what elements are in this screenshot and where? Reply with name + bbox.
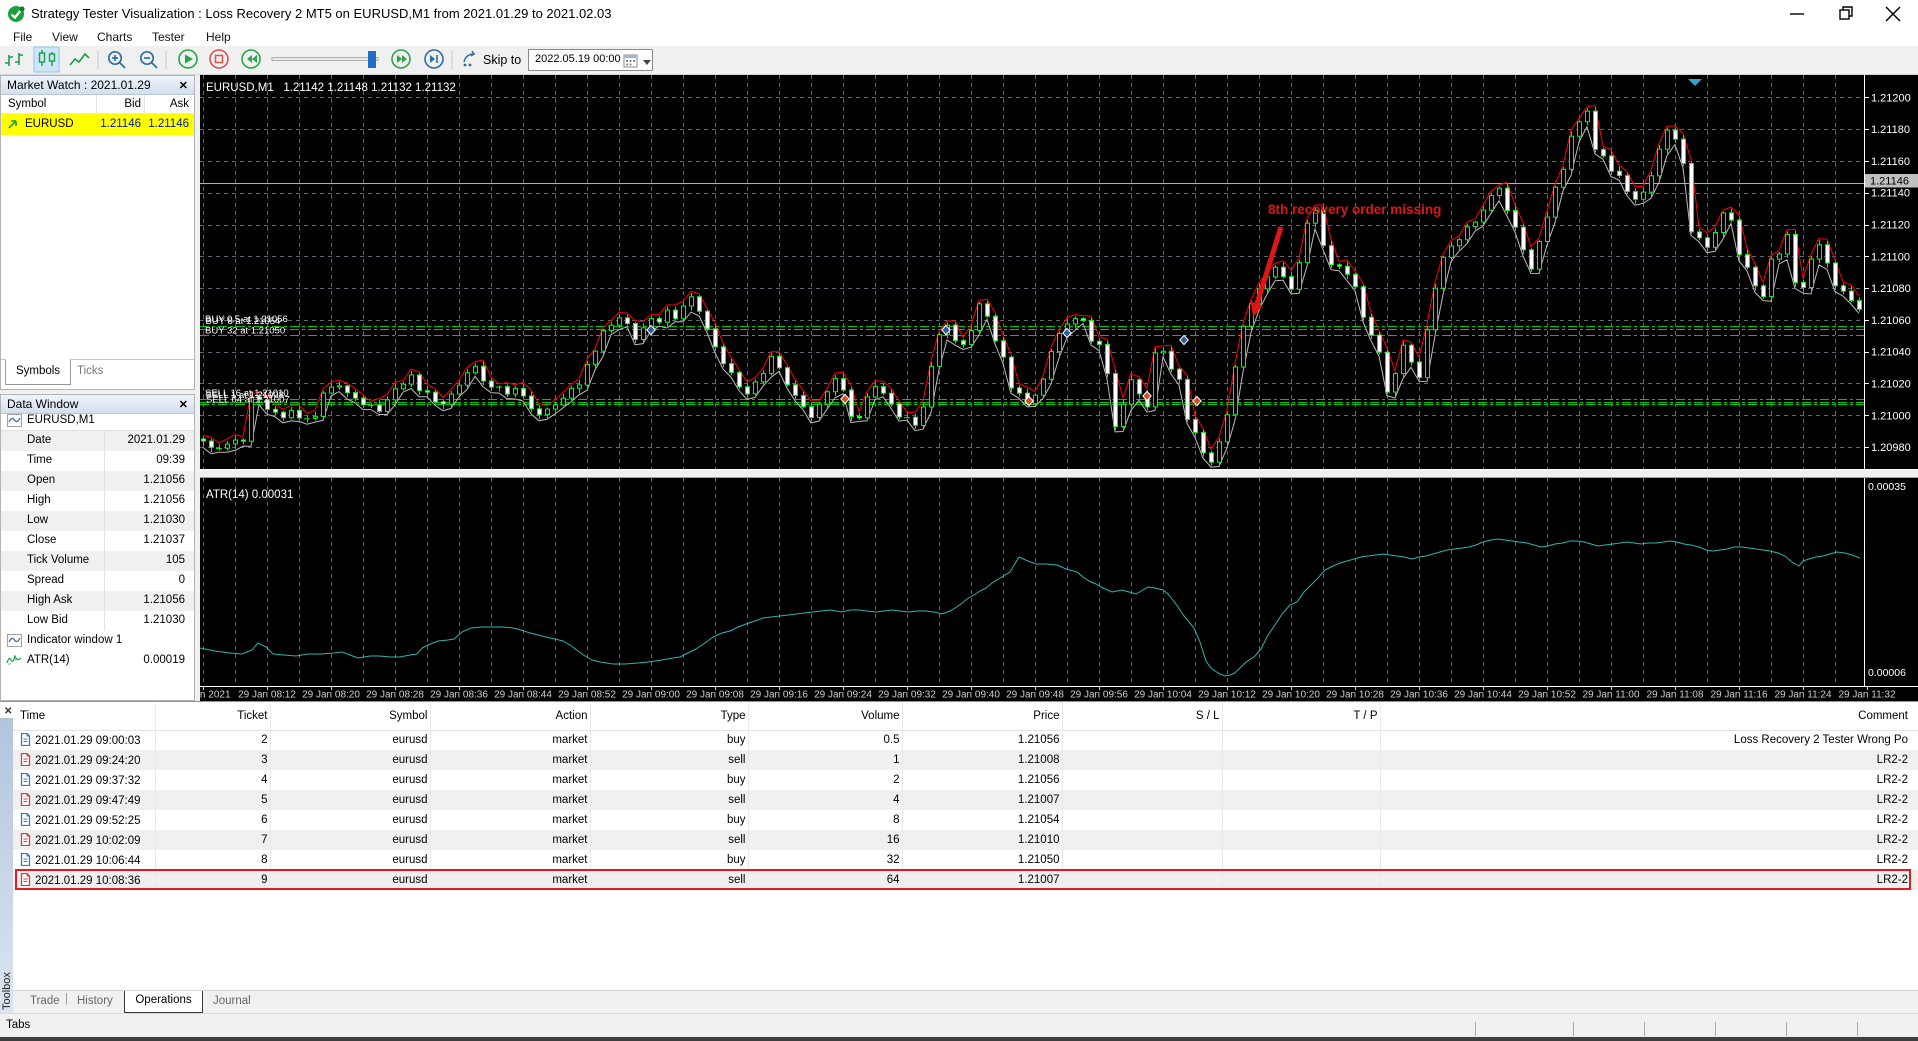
svg-text:1.21140: 1.21140 <box>1871 188 1910 200</box>
svg-text:29 Jan 11:32: 29 Jan 11:32 <box>1838 690 1896 701</box>
svg-text:29 Jan 09:00: 29 Jan 09:00 <box>622 690 680 701</box>
svg-text:1.21160: 1.21160 <box>1871 156 1910 168</box>
svg-text:29 Jan 09:24: 29 Jan 09:24 <box>814 690 872 701</box>
svg-text:29 Jan 11:08: 29 Jan 11:08 <box>1646 690 1704 701</box>
svg-text:29 Jan 10:28: 29 Jan 10:28 <box>1326 690 1384 701</box>
svg-text:29 Jan 10:52: 29 Jan 10:52 <box>1518 690 1576 701</box>
svg-text:29 Jan 2021: 29 Jan 2021 <box>200 690 231 701</box>
svg-text:SELL 64 at 1.21007: SELL 64 at 1.21007 <box>206 395 290 406</box>
svg-text:29 Jan 08:28: 29 Jan 08:28 <box>366 690 424 701</box>
svg-text:29 Jan 08:36: 29 Jan 08:36 <box>430 690 488 701</box>
svg-text:1.21200: 1.21200 <box>1871 92 1911 104</box>
svg-text:1.21060: 1.21060 <box>1871 315 1911 327</box>
svg-text:1.21180: 1.21180 <box>1871 124 1910 136</box>
svg-text:29 Jan 10:04: 29 Jan 10:04 <box>1134 690 1192 701</box>
svg-text:29 Jan 11:16: 29 Jan 11:16 <box>1710 690 1768 701</box>
svg-text:0.00035: 0.00035 <box>1868 481 1906 493</box>
svg-text:29 Jan 10:20: 29 Jan 10:20 <box>1262 690 1320 701</box>
svg-text:1.21020: 1.21020 <box>1871 379 1911 391</box>
svg-text:29 Jan 09:08: 29 Jan 09:08 <box>686 690 744 701</box>
svg-text:Toolbox: Toolbox <box>1 972 13 1010</box>
svg-text:1.21120: 1.21120 <box>1871 220 1910 232</box>
svg-text:1.21040: 1.21040 <box>1871 347 1911 359</box>
svg-text:29 Jan 10:36: 29 Jan 10:36 <box>1390 690 1448 701</box>
svg-text:29 Jan 11:24: 29 Jan 11:24 <box>1774 690 1832 701</box>
svg-text:29 Jan 09:56: 29 Jan 09:56 <box>1070 690 1128 701</box>
svg-text:29 Jan 09:48: 29 Jan 09:48 <box>1006 690 1064 701</box>
svg-text:1.20980: 1.20980 <box>1871 442 1911 454</box>
svg-text:8th recovery order missing: 8th recovery order missing <box>1268 202 1441 217</box>
svg-text:1.21080: 1.21080 <box>1871 283 1911 295</box>
svg-text:29 Jan 10:12: 29 Jan 10:12 <box>1198 690 1256 701</box>
svg-text:BUY 32 at 1.21050: BUY 32 at 1.21050 <box>205 326 285 337</box>
svg-text:29 Jan 09:40: 29 Jan 09:40 <box>942 690 1000 701</box>
svg-text:ATR(14) 0.00031: ATR(14) 0.00031 <box>206 489 293 501</box>
svg-text:1.21146: 1.21146 <box>1870 176 1909 188</box>
svg-text:1.21000: 1.21000 <box>1871 410 1911 422</box>
svg-text:29 Jan 08:12: 29 Jan 08:12 <box>238 690 296 701</box>
svg-text:29 Jan 08:44: 29 Jan 08:44 <box>494 690 552 701</box>
svg-text:29 Jan 10:44: 29 Jan 10:44 <box>1454 690 1512 701</box>
svg-text:29 Jan 08:20: 29 Jan 08:20 <box>302 690 360 701</box>
svg-text:29 Jan 09:32: 29 Jan 09:32 <box>878 690 936 701</box>
svg-text:29 Jan 09:16: 29 Jan 09:16 <box>750 690 808 701</box>
svg-text:1.21100: 1.21100 <box>1871 251 1910 263</box>
svg-text:EURUSD,M1 1.21142 1.21148 1.: EURUSD,M1 1.21142 1.21148 1.21132 1.2113… <box>206 82 456 94</box>
svg-text:29 Jan 08:52: 29 Jan 08:52 <box>558 690 616 701</box>
svg-text:29 Jan 11:00: 29 Jan 11:00 <box>1582 690 1640 701</box>
svg-text:0.00006: 0.00006 <box>1868 667 1906 679</box>
